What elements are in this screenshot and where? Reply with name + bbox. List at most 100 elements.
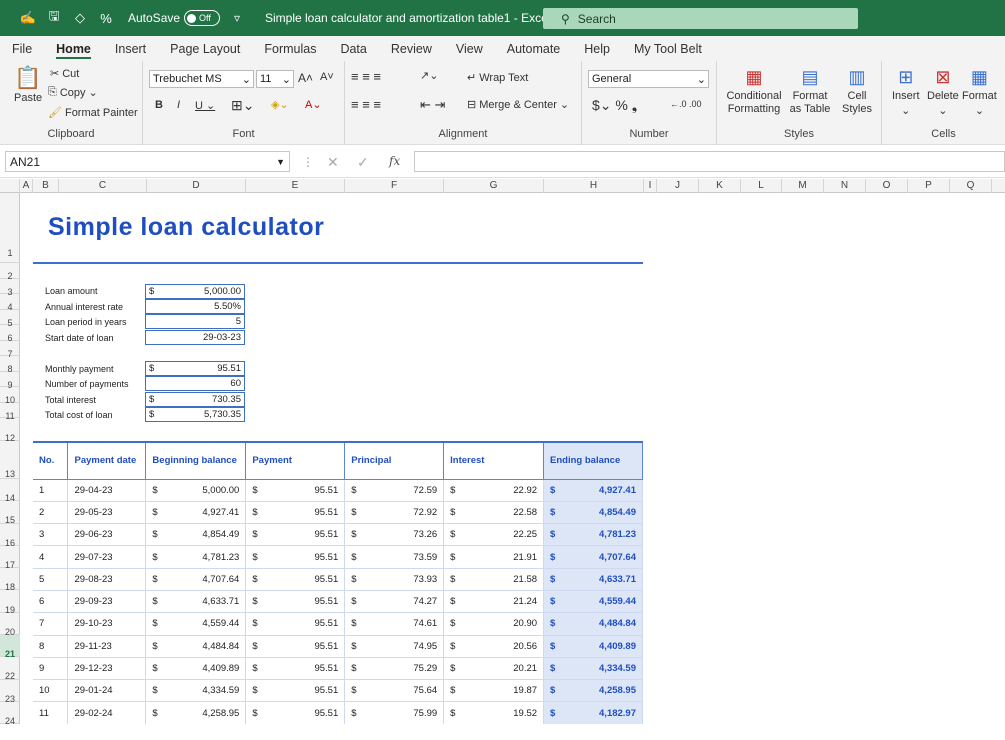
conditional-formatting-button[interactable]: ▦ Conditional Formatting	[725, 67, 783, 116]
column-header[interactable]: P	[908, 179, 950, 193]
decrease-font-icon[interactable]: A˅	[320, 71, 334, 83]
horizontal-align-icons[interactable]: ≡ ≡ ≡	[351, 97, 381, 112]
borders-icon[interactable]: ⊞⌄	[231, 97, 254, 114]
cell-amount[interactable]: $73.93	[344, 568, 445, 591]
output-cell[interactable]: 60	[145, 376, 245, 391]
input-cell[interactable]: 5.50%	[145, 299, 245, 314]
cell-amount[interactable]: $4,633.71	[543, 568, 643, 591]
row-header[interactable]: 8	[0, 356, 20, 374]
worksheet[interactable]: Simple loan calculator Loan amount $5,00…	[20, 193, 1005, 724]
format-cells-button[interactable]: ▦ Format ⌄	[962, 67, 997, 117]
font-name-select[interactable]: Trebuchet MS ⌄	[149, 70, 254, 88]
cell-amount[interactable]: $4,854.49	[145, 523, 247, 547]
column-header[interactable]: O	[866, 179, 908, 193]
font-color-icon[interactable]: A⌄	[305, 98, 322, 111]
cell-amount[interactable]: $73.59	[344, 545, 445, 569]
wrap-text-button[interactable]: ↵ Wrap Text	[467, 71, 528, 85]
cell-amount[interactable]: $21.91	[443, 545, 545, 569]
cell-amount[interactable]: $75.64	[344, 679, 445, 703]
cell-amount[interactable]: $22.58	[443, 501, 545, 525]
row-header[interactable]: 16	[0, 524, 20, 548]
cell-amount[interactable]: $20.21	[443, 657, 545, 681]
merge-center-button[interactable]: ⊟ Merge & Center ⌄	[467, 98, 569, 112]
input-cell[interactable]: 29-03-23	[145, 330, 245, 345]
row-header[interactable]: 10	[0, 387, 20, 405]
input-cell[interactable]: 5	[145, 314, 245, 329]
cell-amount[interactable]: $4,781.23	[145, 545, 247, 569]
row-header[interactable]: 3	[0, 279, 20, 297]
cell-amount[interactable]: $73.26	[344, 523, 445, 547]
customize-qat-icon[interactable]: ▿	[234, 11, 240, 25]
cell-styles-button[interactable]: ▥ Cell Styles	[837, 67, 877, 116]
column-header[interactable]: Q	[950, 179, 992, 193]
save-icon[interactable]: 🖫	[46, 8, 62, 26]
cell-payment-date[interactable]: 29-02-24	[67, 701, 147, 724]
cell-payment-date[interactable]: 29-09-23	[67, 590, 147, 614]
cell-amount[interactable]: $21.24	[443, 590, 545, 614]
italic-button[interactable]: I	[177, 99, 180, 111]
cell-no[interactable]: 4	[33, 545, 69, 569]
column-header[interactable]: H	[544, 179, 644, 193]
tab-help[interactable]: Help	[572, 36, 622, 61]
font-size-select[interactable]: 11 ⌄	[256, 70, 294, 88]
cell-no[interactable]: 6	[33, 590, 69, 614]
cell-amount[interactable]: $95.51	[245, 635, 346, 658]
cell-amount[interactable]: $4,334.59	[145, 679, 247, 703]
tab-home[interactable]: Home	[44, 36, 103, 61]
tab-insert[interactable]: Insert	[103, 36, 158, 61]
percent-icon[interactable]: %	[98, 10, 114, 26]
cell-amount[interactable]: $5,000.00	[145, 479, 247, 502]
row-header[interactable]: 22	[0, 657, 20, 681]
row-header[interactable]: 23	[0, 680, 20, 704]
row-header-selected[interactable]: 21	[0, 635, 20, 659]
header-beginning-balance[interactable]: Beginning balance	[145, 441, 247, 480]
header-ending-balance[interactable]: Ending balance	[543, 441, 643, 480]
row-header[interactable]: 5	[0, 310, 20, 328]
row-header[interactable]: 13	[0, 441, 20, 479]
cell-amount[interactable]: $4,484.84	[543, 612, 643, 636]
output-cell[interactable]: $5,730.35	[145, 407, 245, 422]
cell-amount[interactable]: $4,258.95	[145, 701, 247, 724]
tab-view[interactable]: View	[444, 36, 495, 61]
row-header[interactable]: 24	[0, 702, 20, 726]
row-header[interactable]: 11	[0, 403, 20, 421]
tab-data[interactable]: Data	[328, 36, 378, 61]
cell-no[interactable]: 8	[33, 635, 69, 658]
column-header[interactable]: A	[20, 179, 33, 193]
cell-amount[interactable]: $20.90	[443, 612, 545, 636]
cell-amount[interactable]: $95.51	[245, 701, 346, 724]
cell-payment-date[interactable]: 29-01-24	[67, 679, 147, 703]
underline-button[interactable]: U ⌄	[195, 99, 215, 112]
tab-automate[interactable]: Automate	[495, 36, 573, 61]
column-header[interactable]: L	[741, 179, 782, 193]
row-header[interactable]: 15	[0, 501, 20, 525]
cell-amount[interactable]: $95.51	[245, 612, 346, 636]
cell-no[interactable]: 11	[33, 701, 69, 724]
cell-payment-date[interactable]: 29-12-23	[67, 657, 147, 681]
cell-amount[interactable]: $4,484.84	[145, 635, 247, 658]
output-cell[interactable]: $730.35	[145, 392, 245, 407]
cell-amount[interactable]: $95.51	[245, 501, 346, 525]
cell-amount[interactable]: $95.51	[245, 523, 346, 547]
row-header[interactable]: 14	[0, 479, 20, 503]
column-header[interactable]: J	[657, 179, 699, 193]
cell-amount[interactable]: $95.51	[245, 479, 346, 502]
column-header[interactable]: D	[147, 179, 246, 193]
cell-amount[interactable]: $4,707.64	[543, 545, 643, 569]
cell-payment-date[interactable]: 29-06-23	[67, 523, 147, 547]
tab-my-tool-belt[interactable]: My Tool Belt	[622, 36, 714, 61]
cell-amount[interactable]: $4,182.97	[543, 701, 643, 724]
vertical-align-icons[interactable]: ≡ ≡ ≡	[351, 69, 381, 84]
cell-amount[interactable]: $4,927.41	[543, 479, 643, 502]
enter-icon[interactable]: ✓	[357, 154, 369, 171]
row-header[interactable]: 6	[0, 325, 20, 343]
indent-icons[interactable]: ⇤ ⇥	[420, 97, 445, 113]
cell-amount[interactable]: $74.27	[344, 590, 445, 614]
cell-amount[interactable]: $95.51	[245, 657, 346, 681]
cell-payment-date[interactable]: 29-07-23	[67, 545, 147, 569]
decimal-icons[interactable]: ←.0 .00	[670, 99, 702, 109]
cut-button[interactable]: ✂ Cut	[50, 67, 79, 81]
column-header[interactable]: K	[699, 179, 741, 193]
fill-color-icon[interactable]: ◈⌄	[271, 98, 289, 111]
cell-no[interactable]: 5	[33, 568, 69, 591]
